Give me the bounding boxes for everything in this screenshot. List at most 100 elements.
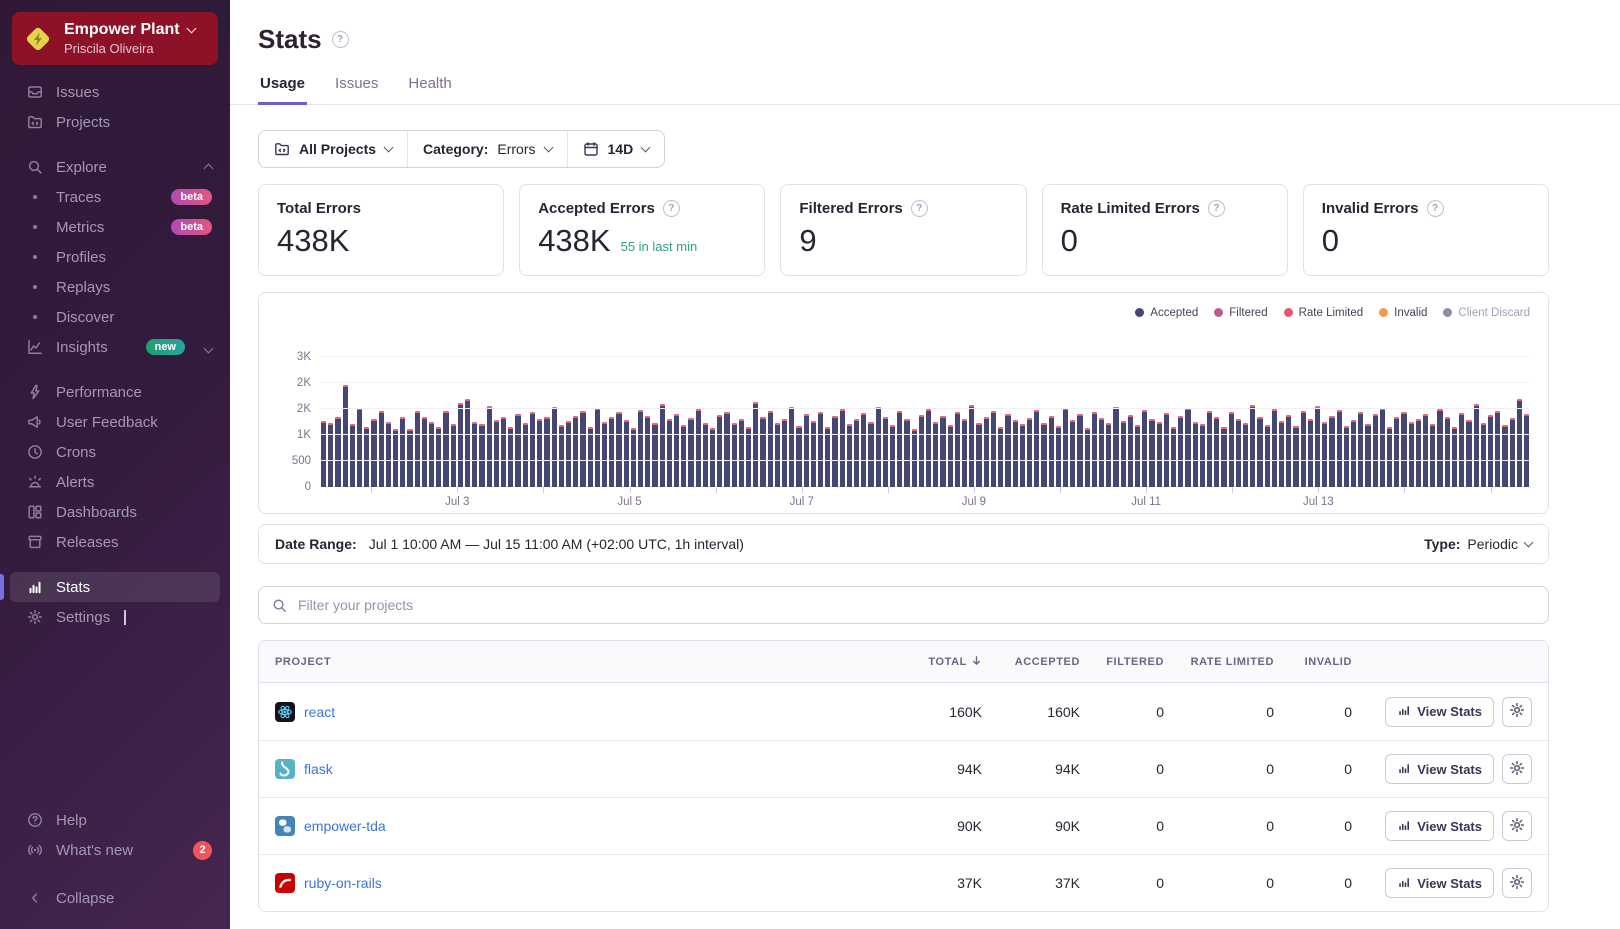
tab-health[interactable]: Health (406, 75, 453, 104)
platform-python-icon (275, 816, 295, 836)
sidebar-item-explore[interactable]: Explore (10, 152, 220, 182)
project-link[interactable]: react (304, 704, 335, 720)
help-icon[interactable] (1427, 200, 1444, 217)
column-header-total[interactable]: TOTAL (864, 655, 982, 669)
projects-icon (26, 113, 44, 131)
sidebar-collapse-button[interactable]: Collapse (10, 883, 220, 913)
x-major-tick (457, 487, 458, 493)
sidebar-item-help[interactable]: Help (10, 805, 220, 835)
date-filter-label: 14D (608, 141, 634, 157)
gridline (321, 408, 1530, 409)
cell-total: 90K (864, 818, 982, 834)
chart-bar (1013, 420, 1018, 487)
sidebar-item-alerts[interactable]: Alerts (10, 467, 220, 497)
sidebar-item-releases[interactable]: Releases (10, 527, 220, 557)
chart-bar (436, 427, 441, 487)
stat-card-accepted-errors: Accepted Errors438K55 in last min (519, 184, 765, 276)
chart-bar (544, 417, 549, 487)
chart-bar (674, 414, 679, 487)
sidebar-item-user-feedback[interactable]: User Feedback (10, 407, 220, 437)
tab-usage[interactable]: Usage (258, 75, 307, 104)
cell-filtered: 0 (1080, 875, 1164, 891)
column-header-accepted[interactable]: ACCEPTED (982, 656, 1080, 668)
view-stats-button[interactable]: View Stats (1385, 754, 1494, 784)
chart-bar (1142, 410, 1147, 487)
sidebar-item-crons[interactable]: Crons (10, 437, 220, 467)
chart-bar (1121, 421, 1126, 487)
sidebar-item-whats-new[interactable]: What's new2 (10, 835, 220, 865)
chart-bar (1387, 427, 1392, 487)
sidebar-item-metrics[interactable]: Metricsbeta (10, 212, 220, 242)
sidebar-item-profiles[interactable]: Profiles (10, 242, 220, 272)
help-icon[interactable] (663, 200, 680, 217)
chart-bar (1481, 423, 1486, 487)
org-switcher[interactable]: Empower Plant Priscila Oliveira (12, 12, 218, 65)
page-help-icon[interactable] (332, 31, 349, 48)
stat-card-value: 438K (538, 223, 610, 259)
stat-card-total-errors: Total Errors438K (258, 184, 504, 276)
chart-bar (933, 422, 938, 487)
chevron-down-icon (205, 339, 212, 356)
sidebar-item-label: What's new (56, 842, 133, 859)
sidebar-item-traces[interactable]: Tracesbeta (10, 182, 220, 212)
date-range-value: Jul 1 10:00 AM — Jul 15 11:00 AM (+02:00… (369, 536, 744, 552)
type-dropdown[interactable]: Type: Periodic (1424, 536, 1532, 552)
project-settings-button[interactable] (1502, 868, 1532, 898)
chart-plot[interactable] (321, 331, 1530, 487)
x-major-tick (630, 487, 631, 493)
category-filter-button[interactable]: Category: Errors (407, 131, 566, 167)
search-input[interactable] (296, 596, 1535, 614)
sidebar-item-replays[interactable]: Replays (10, 272, 220, 302)
chart-bar (1229, 412, 1234, 487)
chart-bar (1070, 420, 1075, 487)
help-icon[interactable] (911, 200, 928, 217)
stat-card-value: 9 (799, 223, 816, 259)
bullet-dot-icon (26, 308, 44, 326)
sidebar-item-projects[interactable]: Projects (10, 107, 220, 137)
org-logo-icon (22, 23, 54, 55)
gear-icon (1509, 874, 1525, 893)
project-filter-button[interactable]: All Projects (259, 131, 407, 167)
bar-chart-icon (26, 578, 44, 596)
sidebar-item-label: Help (56, 812, 87, 829)
date-range-filter-button[interactable]: 14D (567, 131, 665, 167)
sidebar-item-performance[interactable]: Performance (10, 377, 220, 407)
chart-bar (724, 412, 729, 487)
chart-bar (832, 416, 837, 487)
legend-item-invalid[interactable]: Invalid (1379, 307, 1427, 319)
x-major-tick (974, 487, 975, 493)
x-axis-label: Jul 3 (445, 496, 469, 508)
sidebar-item-discover[interactable]: Discover (10, 302, 220, 332)
chart-bar (984, 417, 989, 487)
column-header-rate-limited[interactable]: RATE LIMITED (1164, 656, 1274, 668)
sidebar-item-settings[interactable]: Settings (10, 602, 220, 632)
help-icon[interactable] (1208, 200, 1225, 217)
project-link[interactable]: flask (304, 761, 333, 777)
legend-item-accepted[interactable]: Accepted (1135, 307, 1198, 319)
platform-react-icon (275, 702, 295, 722)
legend-item-rate-limited[interactable]: Rate Limited (1284, 307, 1364, 319)
column-header-filtered[interactable]: FILTERED (1080, 656, 1164, 668)
sidebar-item-stats[interactable]: Stats (10, 572, 220, 602)
legend-item-filtered[interactable]: Filtered (1214, 307, 1267, 319)
view-stats-button[interactable]: View Stats (1385, 868, 1494, 898)
sidebar-nav: IssuesProjects ExploreTracesbetaMetricsbe… (0, 77, 230, 632)
column-header-invalid[interactable]: INVALID (1274, 656, 1352, 668)
project-link[interactable]: empower-tda (304, 818, 386, 834)
tab-issues[interactable]: Issues (333, 75, 380, 104)
view-stats-button[interactable]: View Stats (1385, 697, 1494, 727)
chart-bar (919, 415, 924, 487)
legend-item-client-discard[interactable]: Client Discard (1443, 307, 1530, 319)
cell-accepted: 90K (982, 818, 1080, 834)
project-settings-button[interactable] (1502, 697, 1532, 727)
stat-card-rate-limited-errors: Rate Limited Errors0 (1042, 184, 1288, 276)
sidebar-item-insights[interactable]: Insightsnew (10, 332, 220, 362)
project-settings-button[interactable] (1502, 811, 1532, 841)
view-stats-button[interactable]: View Stats (1385, 811, 1494, 841)
project-link[interactable]: ruby-on-rails (304, 875, 382, 891)
project-settings-button[interactable] (1502, 754, 1532, 784)
chart-bar (616, 412, 621, 487)
releases-icon (26, 533, 44, 551)
sidebar-item-dashboards[interactable]: Dashboards (10, 497, 220, 527)
sidebar-item-issues[interactable]: Issues (10, 77, 220, 107)
